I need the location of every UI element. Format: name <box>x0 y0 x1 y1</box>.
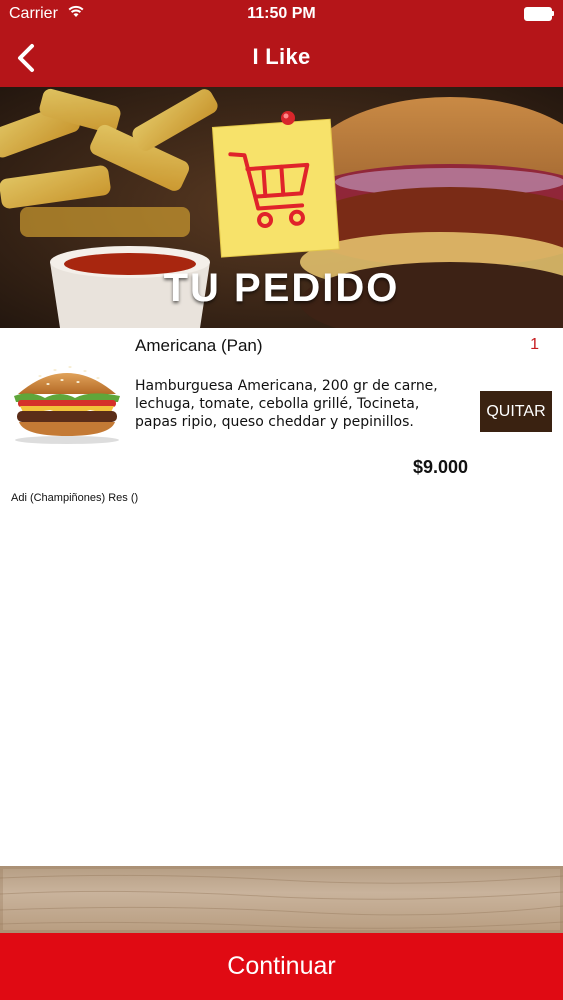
item-price: $9.000 <box>412 457 468 477</box>
navigation-bar: I Like <box>0 30 563 87</box>
item-description: Hamburguesa Americana, 200 gr de carne, … <box>135 378 438 430</box>
wood-texture-strip <box>0 866 563 933</box>
burger-image <box>14 366 120 444</box>
item-extras: Adi (Champiñones) Res () <box>11 492 139 504</box>
remove-item-button[interactable]: QUITAR <box>480 391 552 432</box>
header-bar: Carrier 11:50 PM I Like <box>0 0 563 87</box>
continue-button[interactable]: Continuar <box>0 933 563 1000</box>
item-quantity: 1 <box>530 336 539 353</box>
banner-title: TU PEDIDO <box>163 266 400 310</box>
battery-icon <box>524 7 554 21</box>
status-bar: Carrier 11:50 PM <box>0 0 563 30</box>
status-time: 11:50 PM <box>247 5 316 22</box>
item-name: Americana (Pan) <box>135 336 263 355</box>
page-title: I Like <box>252 44 311 69</box>
order-item: Americana (Pan) 1 Hamburguesa Americana,… <box>0 328 563 518</box>
